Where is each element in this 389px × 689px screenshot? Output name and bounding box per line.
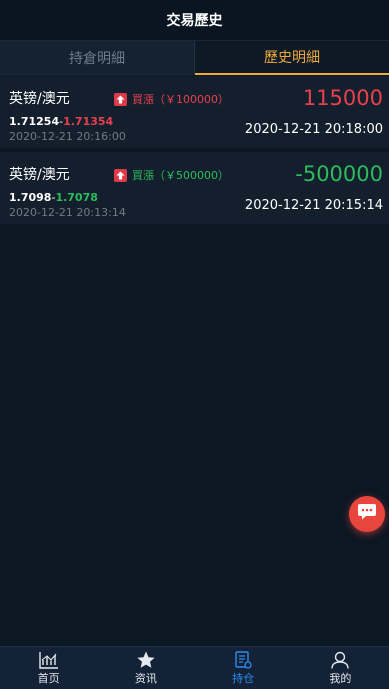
tab-positions-label: 持倉明細 [69, 50, 125, 67]
up-arrow-icon [114, 168, 127, 182]
history-list: 英镑/澳元 買漲（￥100000） 1.71254-1.71354 2020-1… [0, 76, 389, 228]
chart-icon [38, 651, 59, 669]
history-record[interactable]: 英镑/澳元 買漲（￥500000） 1.7098-1.7078 2020-12-… [0, 152, 389, 224]
document-icon [233, 650, 253, 669]
open-time: 2020-12-21 20:13:14 [9, 206, 126, 219]
tab-history[interactable]: 歷史明細 [195, 41, 389, 75]
page-header: 交易歷史 [0, 0, 389, 40]
direction-label: 買漲（￥500000） [132, 169, 229, 182]
up-arrow-icon [114, 92, 127, 106]
close-price: 1.71354 [63, 115, 114, 128]
tabbar-home[interactable]: 首页 [0, 647, 97, 689]
page-title: 交易歷史 [166, 13, 223, 29]
tabbar-profile[interactable]: 我的 [292, 647, 389, 689]
history-record[interactable]: 英镑/澳元 買漲（￥100000） 1.71254-1.71354 2020-1… [0, 76, 389, 148]
direction-badge: 買漲（￥100000） [114, 91, 229, 107]
direction-badge: 買漲（￥500000） [114, 167, 229, 183]
tabbar-positions[interactable]: 持仓 [195, 647, 292, 689]
direction-label: 買漲（￥100000） [132, 93, 229, 106]
tabbar-home-label: 首页 [37, 671, 60, 685]
tabbar-profile-label: 我的 [329, 671, 352, 685]
price-line: 1.7098-1.7078 [9, 191, 98, 204]
tab-history-label: 歷史明細 [264, 50, 320, 66]
user-icon [330, 651, 350, 669]
profit-amount: 115000 [302, 86, 383, 110]
profit-amount: -500000 [295, 162, 383, 186]
open-price: 1.71254 [9, 115, 60, 128]
currency-pair: 英镑/澳元 [9, 167, 70, 183]
star-icon [136, 651, 156, 669]
tab-positions[interactable]: 持倉明細 [0, 41, 195, 75]
close-price: 1.7078 [55, 191, 98, 204]
open-price: 1.7098 [9, 191, 52, 204]
price-line: 1.71254-1.71354 [9, 115, 113, 128]
app-root: 交易歷史 持倉明細 歷史明細 英镑/澳元 買漲（￥100000） 1.71254… [0, 0, 389, 689]
currency-pair: 英镑/澳元 [9, 91, 70, 107]
tabbar-news[interactable]: 资讯 [97, 647, 194, 689]
close-time: 2020-12-21 20:18:00 [244, 122, 383, 137]
tab-bar-top: 持倉明細 歷史明細 [0, 40, 389, 75]
bottom-tabbar: 首页 资讯 持仓 我的 [0, 646, 389, 689]
close-time: 2020-12-21 20:15:14 [244, 198, 383, 213]
chat-bubble-icon [357, 503, 377, 525]
tabbar-positions-label: 持仓 [232, 671, 255, 685]
open-time: 2020-12-21 20:16:00 [9, 130, 126, 143]
tabbar-news-label: 资讯 [134, 671, 157, 685]
chat-button[interactable] [349, 496, 385, 532]
